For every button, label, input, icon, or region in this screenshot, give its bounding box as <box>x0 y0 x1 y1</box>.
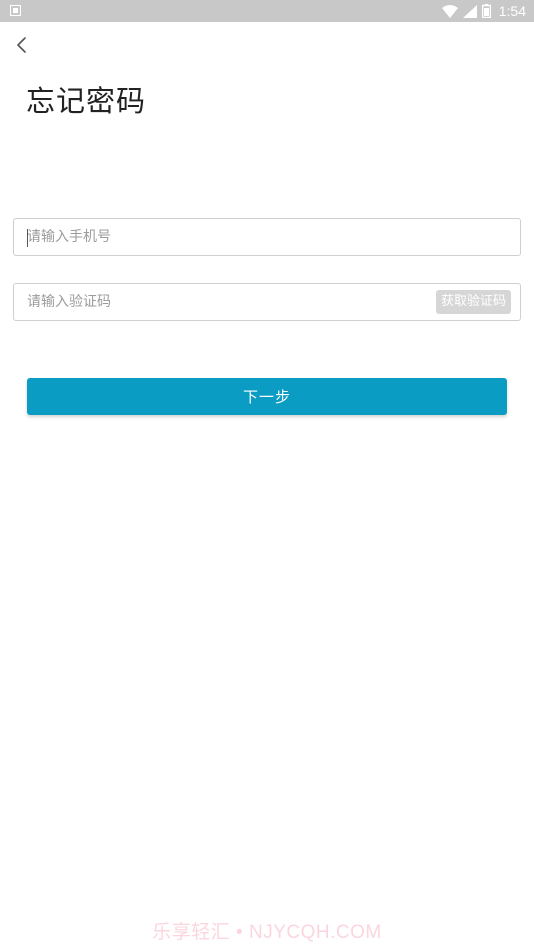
next-button[interactable]: 下一步 <box>27 378 507 415</box>
watermark: 乐享轻汇 • NJYCQH.COM <box>152 922 382 943</box>
phone-field <box>13 218 521 256</box>
chevron-left-icon[interactable] <box>12 34 32 56</box>
get-code-button[interactable]: 获取验证码 <box>435 290 511 314</box>
status-bar-right: 1:54 <box>441 0 526 22</box>
notification-icon <box>10 5 21 16</box>
status-time: 1:54 <box>498 3 526 19</box>
verification-code-field: 获取验证码 <box>13 283 521 321</box>
phone-input[interactable] <box>14 219 520 255</box>
status-bar: 1:54 <box>0 0 534 22</box>
wifi-icon <box>441 4 458 18</box>
page-title: 忘记密码 <box>26 84 147 118</box>
forgot-password-screen: 1:54 忘记密码 获取验证码 下一步 乐享轻汇 • NJYCQH.COM <box>0 0 534 950</box>
signal-icon <box>462 4 477 18</box>
text-cursor <box>27 229 28 247</box>
battery-icon <box>481 4 491 18</box>
